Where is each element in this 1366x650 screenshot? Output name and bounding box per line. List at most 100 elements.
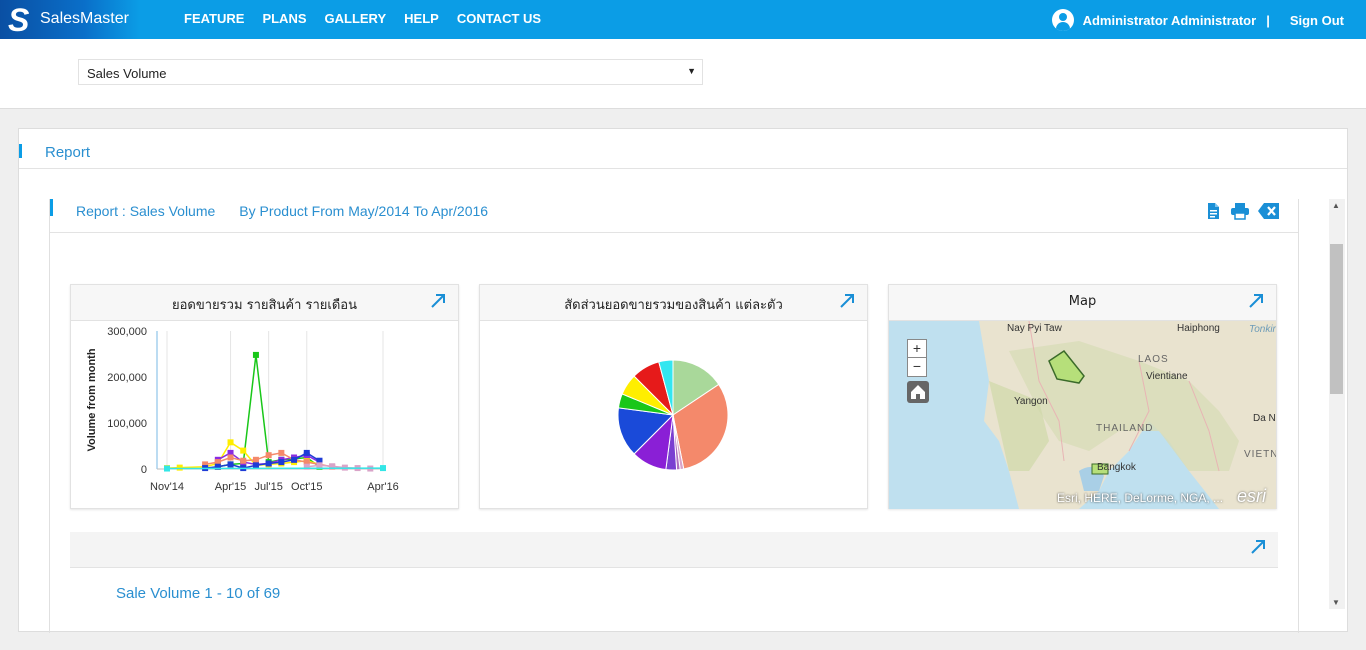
top-navbar: S SalesMaster FEATURE PLANS GALLERY HELP… <box>0 0 1366 39</box>
expand-arrow-icon[interactable] <box>430 293 446 309</box>
panel-header: Map <box>889 285 1276 321</box>
x-tick-label: Jul'15 <box>254 481 282 493</box>
document-icon[interactable] <box>1204 202 1222 220</box>
report-card: Report Report : Sales Volume By Product F… <box>18 128 1348 633</box>
nav-help[interactable]: HELP <box>404 11 439 26</box>
data-point <box>278 459 285 466</box>
user-box: Administrator Administrator | Sign Out <box>1051 9 1344 31</box>
home-icon <box>911 385 925 399</box>
app-logo[interactable]: S SalesMaster <box>0 0 140 39</box>
report-content: Report : Sales Volume By Product From May… <box>49 199 1299 633</box>
y-tick-label: 100,000 <box>107 418 147 430</box>
data-point <box>176 464 183 471</box>
map-label: Da N <box>1253 413 1276 424</box>
nav-gallery[interactable]: GALLERY <box>325 11 387 26</box>
nav-plans[interactable]: PLANS <box>262 11 306 26</box>
user-avatar-icon[interactable] <box>1051 9 1074 31</box>
data-point <box>278 449 285 456</box>
map-label: Tonkir <box>1249 324 1276 335</box>
report-title-text: Report : Sales Volume <box>76 203 216 219</box>
zoom-in-button[interactable]: + <box>908 340 926 358</box>
report-accent-bar <box>50 199 53 216</box>
panel-header: สัดส่วนยอดขายรวมของสินค้า แต่ละตัว <box>480 285 867 321</box>
y-tick-label: 300,000 <box>107 326 147 338</box>
data-point <box>291 456 298 463</box>
pie-chart <box>617 359 729 471</box>
data-point <box>265 460 272 467</box>
expand-arrow-icon[interactable] <box>839 293 855 309</box>
print-icon[interactable] <box>1230 202 1250 220</box>
selector-bar: Sales Volume ▼ <box>0 39 1366 109</box>
app-name: SalesMaster <box>40 10 129 27</box>
card-accent-bar <box>19 144 22 158</box>
data-point <box>252 456 259 463</box>
x-tick-label: Nov'14 <box>150 481 184 493</box>
report-actions <box>1204 202 1280 220</box>
vertical-scrollbar[interactable]: ▲ ▼ <box>1329 199 1345 609</box>
x-tick-label: Apr'15 <box>215 481 246 493</box>
map-label: LAOS <box>1138 354 1169 365</box>
map-label: Bangkok <box>1097 462 1136 473</box>
pie-chart-panel: สัดส่วนยอดขายรวมของสินค้า แต่ละตัว <box>479 284 868 509</box>
main-nav: FEATURE PLANS GALLERY HELP CONTACT US <box>184 11 559 26</box>
y-axis-label: Volume from month <box>86 348 98 451</box>
map-terrain <box>979 321 1276 509</box>
report-title: Report : Sales Volume By Product From May… <box>76 203 488 219</box>
line-chart: Nov'14 Apr'15 Jul'15 Oct'15 Apr'16 0 100,000 20… <box>86 326 399 493</box>
report-type-select[interactable]: Sales Volume ▼ <box>78 59 703 85</box>
sign-out-link[interactable]: Sign Out <box>1290 13 1344 28</box>
map-title: Map <box>1068 294 1097 309</box>
y-tick-label: 0 <box>141 464 147 476</box>
map-label: Vientiane <box>1146 371 1188 382</box>
data-point <box>164 465 170 472</box>
report-type-value: Sales Volume <box>87 66 167 81</box>
map-attribution: Esri, HERE, DeLorme, NGA, ... <box>1057 491 1224 505</box>
scroll-down-arrow-icon[interactable]: ▼ <box>1332 598 1340 607</box>
data-point <box>227 454 234 461</box>
report-divider <box>50 232 1298 233</box>
map-view[interactable]: Nay Pyi Taw Haiphong LAOS Vientiane Yang… <box>889 321 1276 509</box>
home-button[interactable] <box>907 381 929 403</box>
scroll-up-arrow-icon[interactable]: ▲ <box>1332 201 1340 210</box>
data-point <box>240 447 247 454</box>
expand-arrow-icon[interactable] <box>1250 539 1266 555</box>
data-point <box>252 462 259 469</box>
x-tick-label: Oct'15 <box>291 481 322 493</box>
card-title: Report <box>45 144 91 161</box>
data-point <box>265 452 272 459</box>
nav-feature[interactable]: FEATURE <box>184 11 244 26</box>
line-chart-title: ยอดขายรวม รายสินค้า รายเดือน <box>172 298 357 313</box>
data-point <box>380 465 386 472</box>
close-icon[interactable] <box>1258 202 1280 220</box>
x-tick-label: Apr'16 <box>367 481 398 493</box>
pager-text: Sale Volume 1 - 10 of 69 <box>116 585 281 602</box>
card-header: Report <box>19 129 1347 169</box>
data-point <box>252 351 259 358</box>
pie-chart-title: สัดส่วนยอดขายรวมของสินค้า แต่ละตัว <box>564 298 783 313</box>
dropdown-arrow-icon: ▼ <box>687 66 696 76</box>
data-point <box>303 449 310 456</box>
expand-arrow-icon[interactable] <box>1248 293 1264 309</box>
user-name[interactable]: Administrator Administrator <box>1083 13 1257 28</box>
user-separator: | <box>1266 12 1270 28</box>
line-chart-panel: ยอดขายรวม รายสินค้า รายเดือน Nov'14 Apr'1… <box>70 284 459 509</box>
map-zoom-control: + − <box>907 339 927 377</box>
data-point <box>316 462 323 469</box>
table-header-band <box>70 532 1278 568</box>
map-label: VIETNA <box>1244 449 1276 460</box>
data-point <box>227 461 234 468</box>
map-label: Haiphong <box>1177 323 1220 334</box>
scrollbar-thumb[interactable] <box>1330 244 1343 394</box>
data-point <box>227 439 234 446</box>
map-label: Nay Pyi Taw <box>1007 323 1062 334</box>
nav-contact-us[interactable]: CONTACT US <box>457 11 541 26</box>
map-panel: Map Nay Pyi Taw Haiphong LAOS Vientiane … <box>888 284 1277 509</box>
panel-header: ยอดขายรวม รายสินค้า รายเดือน <box>71 285 458 321</box>
zoom-out-button[interactable]: − <box>908 358 926 376</box>
y-tick-label: 200,000 <box>107 372 147 384</box>
esri-logo: esri <box>1236 486 1266 506</box>
report-subtitle: By Product From May/2014 To Apr/2016 <box>239 203 489 219</box>
map-label: THAILAND <box>1096 423 1154 434</box>
logo-letter: S <box>8 2 30 38</box>
data-point <box>240 457 247 464</box>
